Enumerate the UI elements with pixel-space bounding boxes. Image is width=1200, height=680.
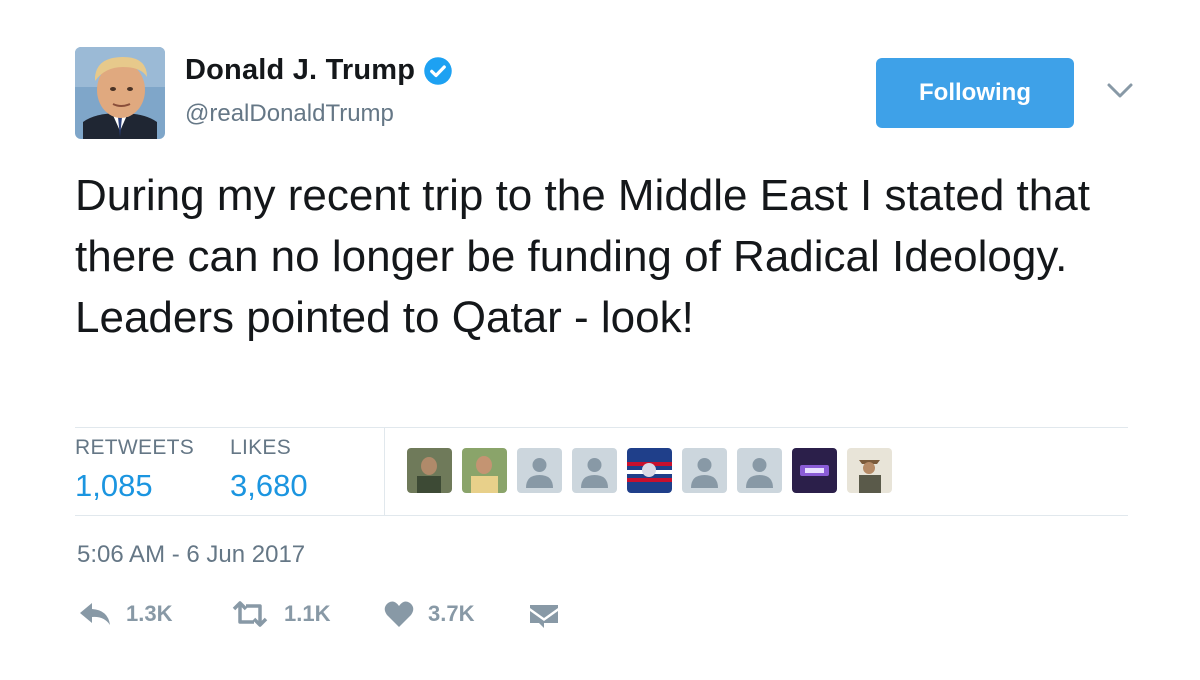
heart-icon xyxy=(384,601,414,627)
author-avatar[interactable] xyxy=(75,47,165,139)
tweet-text: During my recent trip to the Middle East… xyxy=(75,171,1090,342)
default-avatar-icon[interactable] xyxy=(737,448,782,493)
tweet-timestamp[interactable]: 5:06 AM - 6 Jun 2017 xyxy=(77,541,305,569)
author-name[interactable]: Donald J. Trump xyxy=(185,54,415,87)
like-button[interactable]: 3.7K xyxy=(384,600,474,628)
chevron-down-icon[interactable] xyxy=(1106,82,1134,100)
tweet-stats: RETWEETS 1,085 LIKES 3,680 xyxy=(75,428,1128,515)
verified-badge-icon xyxy=(424,56,452,85)
avatar-photo xyxy=(75,47,165,139)
default-avatar-icon[interactable] xyxy=(682,448,727,493)
likes-count: 3,680 xyxy=(230,468,308,503)
divider xyxy=(75,515,1128,516)
likes-label: LIKES xyxy=(230,436,292,459)
retweet-icon xyxy=(232,601,268,627)
liker-avatar[interactable] xyxy=(847,448,892,493)
reply-icon xyxy=(80,603,110,625)
envelope-icon xyxy=(530,605,558,628)
retweets-count: 1,085 xyxy=(75,468,153,503)
liker-avatars xyxy=(407,448,892,493)
default-avatar-icon[interactable] xyxy=(517,448,562,493)
reply-button[interactable]: 1.3K xyxy=(78,600,172,628)
like-count: 3.7K xyxy=(428,601,475,626)
reply-count: 1.3K xyxy=(126,601,173,626)
likes-stat[interactable]: LIKES 3,680 xyxy=(230,436,308,504)
default-avatar-icon[interactable] xyxy=(572,448,617,493)
stats-divider xyxy=(384,428,385,515)
author-handle[interactable]: @realDonaldTrump xyxy=(185,100,394,128)
direct-message-button[interactable] xyxy=(528,600,560,628)
liker-avatar[interactable] xyxy=(462,448,507,493)
retweet-count: 1.1K xyxy=(284,601,331,626)
following-button[interactable]: Following xyxy=(876,58,1074,128)
liker-avatar[interactable] xyxy=(627,448,672,493)
liker-avatar[interactable] xyxy=(792,448,837,493)
liker-avatar[interactable] xyxy=(407,448,452,493)
retweet-button[interactable]: 1.1K xyxy=(230,600,330,628)
retweets-label: RETWEETS xyxy=(75,436,195,459)
retweets-stat[interactable]: RETWEETS 1,085 xyxy=(75,436,194,504)
